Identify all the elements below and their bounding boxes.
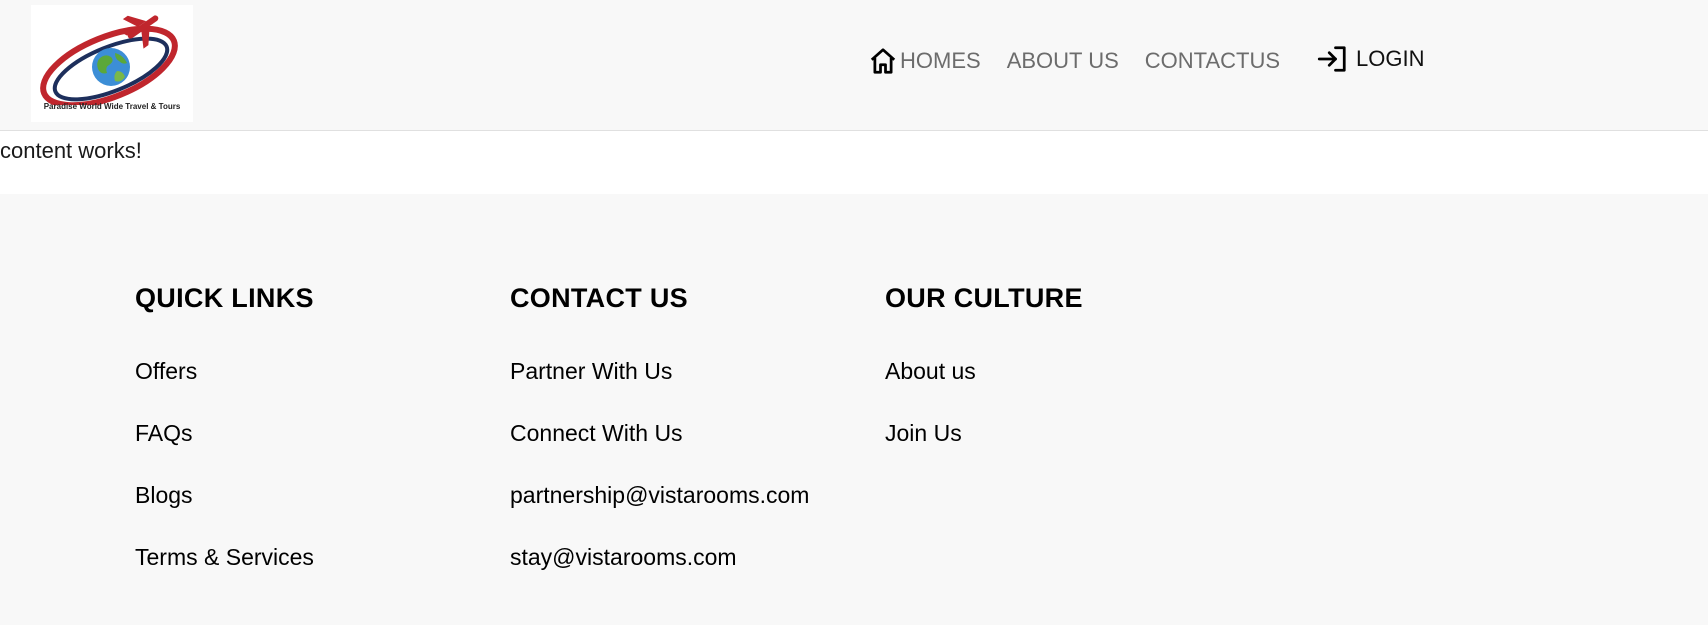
footer-link-list: About us Join Us [885, 358, 1083, 446]
nav-item-label: CONTACTUS [1144, 48, 1281, 73]
site-footer: QUICK LINKS Offers FAQs Blogs Terms & Se… [0, 194, 1708, 625]
nav-item-about-us[interactable]: ABOUT US [1007, 48, 1119, 74]
footer-heading: OUR CULTURE [885, 283, 1083, 313]
footer-heading: QUICK LINKS [135, 283, 314, 313]
logo-caption: Paradise World Wide Travel & Tours [43, 102, 181, 111]
main-content: content works! [0, 131, 1708, 194]
main-nav: HOMES ABOUT US CONTACTUS LOGIN [868, 46, 1450, 76]
content-text: content works! [0, 138, 142, 163]
nav-item-label: HOMES [900, 48, 981, 73]
footer-link-stay-email[interactable]: stay@vistarooms.com [510, 544, 737, 570]
home-icon [868, 46, 898, 76]
footer-column-contact-us: CONTACT US Partner With Us Connect With … [510, 282, 809, 606]
footer-link-partnership-email[interactable]: partnership@vistarooms.com [510, 482, 809, 508]
site-logo[interactable]: Paradise World Wide Travel & Tours [31, 5, 193, 122]
footer-column-our-culture: OUR CULTURE About us Join Us [885, 282, 1083, 482]
login-label: LOGIN [1356, 46, 1425, 71]
site-header: Paradise World Wide Travel & Tours HOMES… [0, 0, 1708, 131]
footer-column-quick-links: QUICK LINKS Offers FAQs Blogs Terms & Se… [135, 282, 314, 606]
footer-link-list: Offers FAQs Blogs Terms & Services [135, 358, 314, 570]
footer-link-offers[interactable]: Offers [135, 358, 197, 384]
footer-link-faqs[interactable]: FAQs [135, 420, 193, 446]
footer-link-terms[interactable]: Terms & Services [135, 544, 314, 570]
footer-link-blogs[interactable]: Blogs [135, 482, 193, 508]
nav-item-homes[interactable]: HOMES [868, 46, 981, 76]
footer-link-list: Partner With Us Connect With Us partners… [510, 358, 809, 570]
login-icon [1316, 44, 1350, 74]
footer-link-join-us[interactable]: Join Us [885, 420, 962, 446]
footer-link-partner[interactable]: Partner With Us [510, 358, 672, 384]
footer-link-about-us[interactable]: About us [885, 358, 976, 384]
footer-heading: CONTACT US [510, 283, 688, 313]
nav-item-contactus[interactable]: CONTACTUS [1145, 48, 1280, 74]
footer-link-connect[interactable]: Connect With Us [510, 420, 683, 446]
login-button[interactable]: LOGIN [1316, 44, 1424, 74]
nav-item-label: ABOUT US [1006, 48, 1119, 73]
logo-graphic [40, 15, 178, 105]
